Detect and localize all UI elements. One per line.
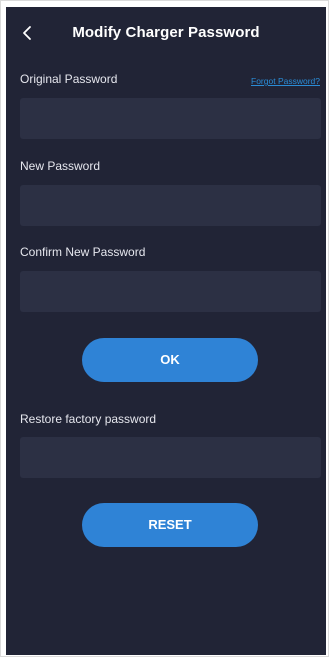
page-title: Modify Charger Password: [72, 24, 260, 41]
reset-button[interactable]: RESET: [82, 503, 258, 547]
ok-button[interactable]: OK: [82, 338, 258, 382]
new-password-label: New Password: [20, 159, 101, 173]
new-password-input[interactable]: [20, 185, 321, 226]
device-frame: Modify Charger Password Original Passwor…: [0, 0, 329, 657]
confirm-password-input[interactable]: [20, 271, 321, 312]
original-password-input[interactable]: [20, 98, 321, 139]
forgot-password-link[interactable]: Forgot Password?: [251, 76, 320, 86]
original-password-label: Original Password: [20, 72, 118, 86]
app-screen: Modify Charger Password Original Passwor…: [6, 7, 326, 655]
restore-password-input[interactable]: [20, 437, 321, 478]
confirm-password-label: Confirm New Password: [20, 245, 146, 259]
top-bar: Modify Charger Password: [6, 7, 326, 59]
restore-password-label: Restore factory password: [20, 412, 157, 426]
